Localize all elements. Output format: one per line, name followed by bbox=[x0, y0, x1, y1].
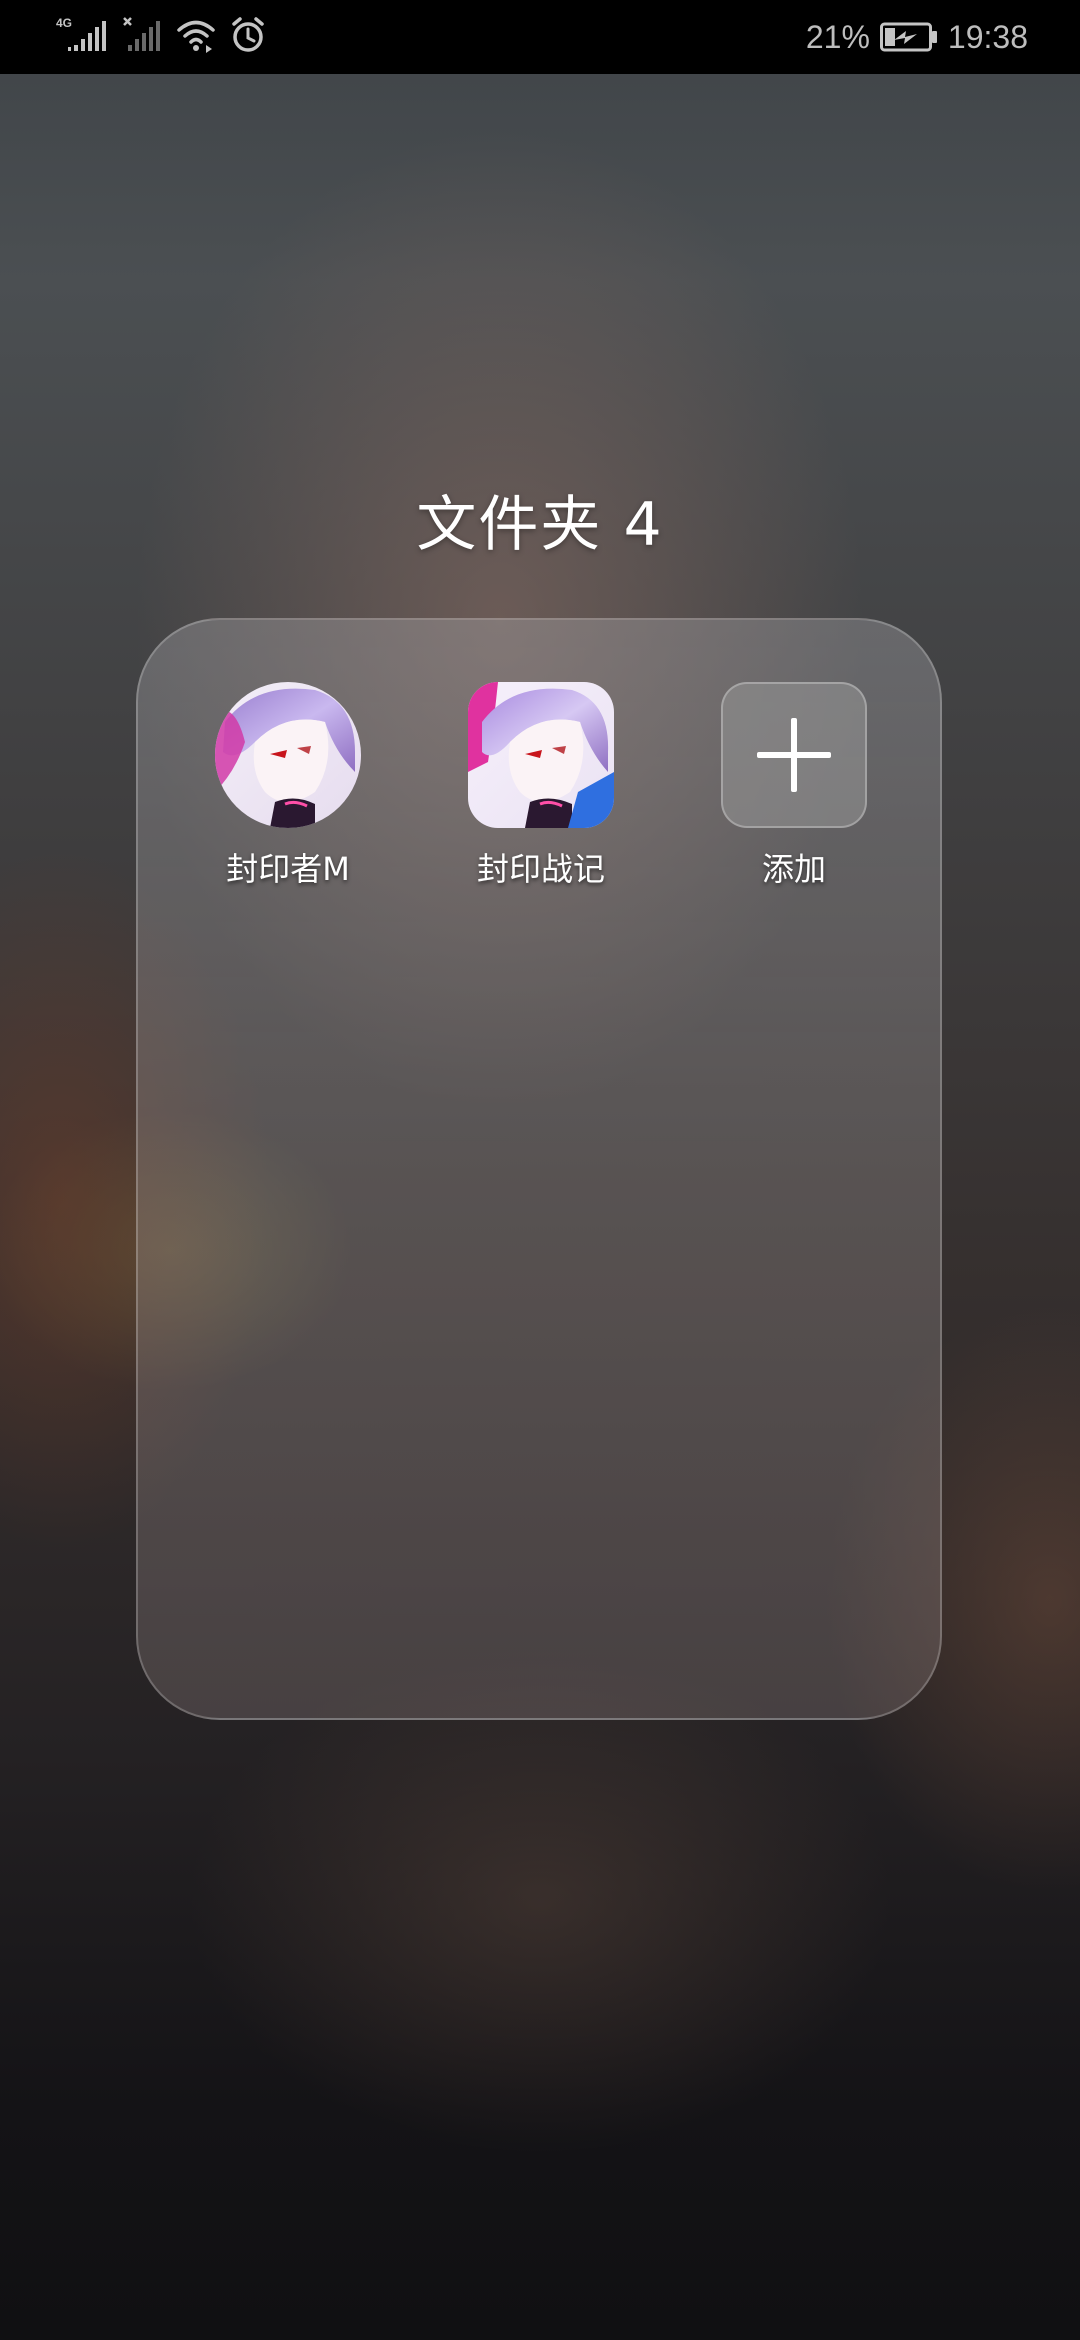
battery-percent: 21% bbox=[805, 18, 870, 55]
app-label: 封印者M bbox=[226, 850, 350, 888]
app-label: 添加 bbox=[761, 850, 826, 888]
anime-character-app-icon[interactable] bbox=[468, 682, 614, 828]
svg-text:4G: 4G bbox=[56, 16, 72, 30]
home-screen: 4G 21% 19:38 文件夹 4 封印者M 封印战记 添加 bbox=[0, 0, 1080, 2340]
status-left-group: 4G bbox=[56, 16, 266, 58]
signal-4g-icon: 4G bbox=[56, 15, 108, 59]
alarm-icon bbox=[230, 15, 266, 59]
status-bar: 4G 21% 19:38 bbox=[0, 0, 1080, 74]
folder-title[interactable]: 文件夹 4 bbox=[0, 476, 1080, 563]
add-app-button[interactable]: 添加 bbox=[694, 682, 894, 890]
app-label: 封印战记 bbox=[476, 850, 605, 888]
clock-time: 19:38 bbox=[947, 18, 1028, 55]
app-sealer-war-chronicle[interactable]: 封印战记 bbox=[441, 682, 641, 890]
battery-charging-icon bbox=[879, 22, 938, 52]
folder-panel: 封印者M 封印战记 添加 bbox=[136, 618, 942, 1720]
anime-character-app-icon[interactable] bbox=[215, 682, 361, 828]
app-sealer-m[interactable]: 封印者M bbox=[188, 682, 388, 890]
wifi-icon bbox=[176, 15, 216, 59]
signal-sim2-no-service-icon bbox=[122, 15, 162, 59]
plus-icon[interactable] bbox=[721, 682, 867, 828]
status-right-group: 21% 19:38 bbox=[806, 16, 1028, 58]
